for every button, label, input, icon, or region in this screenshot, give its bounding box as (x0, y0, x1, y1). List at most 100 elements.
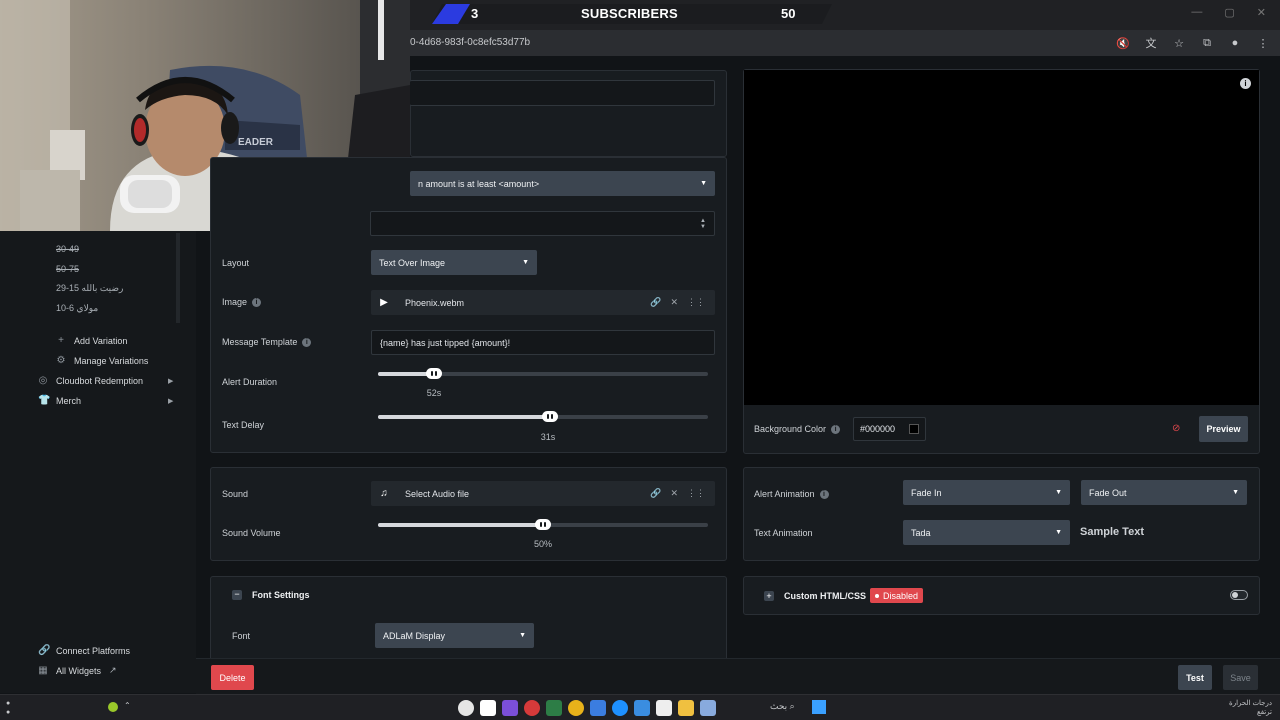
weather-widget[interactable]: درجات الحرارة ترتفع (1229, 699, 1272, 717)
collapse-minus-icon[interactable]: − (232, 590, 242, 600)
custom-html-toggle[interactable] (1230, 590, 1248, 600)
store-app-icon[interactable] (656, 700, 672, 716)
font-label: Font (232, 631, 251, 641)
menu-kebab-icon[interactable]: ⋮ (1254, 34, 1272, 52)
windows-start-icon[interactable] (812, 700, 826, 714)
condition-select[interactable]: n amount is at least <amount> ▼ (410, 171, 715, 196)
font-select[interactable]: ADLaM Display ▼ (375, 623, 534, 648)
sound-volume-slider[interactable] (378, 519, 708, 530)
message-template-label: Message Template i (222, 337, 312, 348)
save-button[interactable]: Save (1223, 665, 1258, 690)
app-tray-icon[interactable] (108, 702, 118, 712)
notes-app-icon[interactable] (480, 700, 496, 716)
connect-platforms-link[interactable]: 🔗 Connect Platforms (38, 645, 130, 656)
minimize-icon[interactable]: — (1191, 6, 1202, 19)
text-animation-label: Text Animation (754, 528, 813, 538)
sound-file-name: Select Audio file (405, 488, 470, 499)
preview-button[interactable]: Preview (1199, 416, 1248, 442)
slider-handle[interactable] (426, 368, 443, 379)
sound-volume-label: Sound Volume (222, 528, 281, 538)
sound-file-field[interactable]: ♫ Select Audio file 🔗 ✕ ⋮⋮ (371, 481, 715, 506)
translate-icon[interactable]: 文 (1142, 34, 1160, 52)
status-badge: Disabled (870, 588, 924, 603)
background-color-label-text: Background Color (754, 424, 827, 434)
test-button[interactable]: Test (1178, 665, 1212, 690)
sidebar-scrollbar[interactable] (176, 233, 180, 323)
profile-avatar-icon[interactable]: ● (1226, 34, 1244, 52)
mute-icon[interactable]: 🔇 (1114, 34, 1132, 52)
info-icon[interactable]: i (831, 425, 841, 435)
delete-button[interactable]: Delete (211, 665, 254, 690)
media-app-icon[interactable] (458, 700, 474, 716)
link-icon[interactable]: 🔗 (650, 297, 661, 308)
background-color-input[interactable]: #000000 (853, 417, 926, 441)
gear-icon: ⚙ (56, 355, 66, 366)
amount-stepper[interactable]: ▲ ▼ (370, 211, 715, 236)
terminal-app-icon[interactable] (546, 700, 562, 716)
image-file-field[interactable]: ▶ Phoenix.webm 🔗 ✕ ⋮⋮ (371, 290, 715, 315)
tray-chevron-up-icon[interactable]: ⌃ (124, 701, 131, 710)
variation-item[interactable]: رضيت بالله 15-29 (56, 283, 123, 294)
sidebar-item-cloudbot-redemption[interactable]: ◎ Cloudbot Redemption (38, 375, 143, 386)
variation-item[interactable]: 50-75 (56, 264, 79, 274)
chrome-app-icon[interactable] (568, 700, 584, 716)
extensions-icon[interactable]: ⧉ (1198, 34, 1216, 52)
settings-app-icon[interactable] (634, 700, 650, 716)
eye-slash-icon[interactable]: ⊘ (1172, 423, 1180, 434)
alert-animation-label: Alert Animation i (754, 489, 829, 500)
maximize-icon[interactable]: ▢ (1224, 6, 1234, 19)
recorder-app-icon[interactable] (524, 700, 540, 716)
subscriber-goal-target: 50 (781, 6, 796, 21)
name-input[interactable] (410, 80, 715, 106)
text-animation-select[interactable]: Tada ▼ (903, 520, 1070, 545)
close-icon[interactable]: ✕ (1257, 6, 1266, 19)
message-template-input[interactable]: {name} has just tipped {amount}! (371, 330, 715, 355)
alert-duration-slider[interactable] (378, 368, 708, 379)
slider-handle[interactable] (535, 519, 551, 530)
message-template-value: {name} has just tipped {amount}! (380, 337, 511, 348)
layout-select[interactable]: Text Over Image ▼ (371, 250, 537, 275)
fade-in-value: Fade In (911, 487, 942, 498)
grid-icon[interactable]: ⋮⋮ (687, 488, 705, 499)
taskbar-search[interactable]: بحث ⌕ (770, 701, 795, 712)
folder-app-icon[interactable] (678, 700, 694, 716)
vscode-app-icon[interactable] (590, 700, 606, 716)
fade-out-select[interactable]: Fade Out ▼ (1081, 480, 1247, 505)
info-icon[interactable]: i (1240, 78, 1251, 89)
grid-icon[interactable]: ⋮⋮ (687, 297, 705, 308)
info-icon[interactable]: i (252, 298, 262, 308)
chevron-right-icon: ▶ (168, 398, 174, 405)
chevron-down-icon: ▼ (700, 180, 707, 187)
sidebar-item-merch[interactable]: 👕 Merch (38, 395, 81, 406)
url-text[interactable]: 0-4d68-983f-0c8efc53d77b (410, 37, 530, 48)
variation-item[interactable]: 30-49 (56, 244, 79, 254)
svg-text:EADER: EADER (238, 137, 274, 148)
discord-app-icon[interactable] (502, 700, 518, 716)
text-delay-slider[interactable] (378, 411, 708, 422)
stepper-arrows-icon[interactable]: ▲ ▼ (700, 218, 706, 230)
info-icon[interactable]: i (819, 490, 829, 500)
all-widgets-link[interactable]: ▦ All Widgets ↗ (38, 665, 117, 676)
slider-handle[interactable] (541, 411, 558, 422)
info-icon[interactable]: i (302, 338, 312, 348)
condition-select-value: n amount is at least <amount> (418, 178, 540, 189)
close-icon[interactable]: ✕ (670, 488, 678, 499)
edge-app-icon[interactable] (612, 700, 628, 716)
link-icon[interactable]: 🔗 (650, 488, 661, 499)
variation-item[interactable]: مولاي 6-10 (56, 303, 98, 314)
add-variation-button[interactable]: + Add Variation (56, 335, 127, 346)
widgets-app-icon[interactable] (700, 700, 716, 716)
sidebar-item-label: Cloudbot Redemption (56, 375, 144, 386)
star-icon[interactable]: ☆ (1170, 34, 1188, 52)
fade-in-select[interactable]: Fade In ▼ (903, 480, 1070, 505)
external-link-icon: ↗ (109, 665, 117, 675)
add-variation-label: Add Variation (74, 335, 128, 346)
expand-plus-icon[interactable]: + (764, 591, 774, 601)
alert-preview-canvas: i (744, 70, 1259, 405)
manage-variations-button[interactable]: ⚙ Manage Variations (56, 355, 149, 366)
video-file-icon: ▶ (380, 297, 388, 308)
slider-fill (378, 415, 550, 419)
close-icon[interactable]: ✕ (670, 297, 678, 308)
chevron-right-icon: ▶ (168, 378, 174, 385)
color-swatch[interactable] (909, 424, 919, 434)
